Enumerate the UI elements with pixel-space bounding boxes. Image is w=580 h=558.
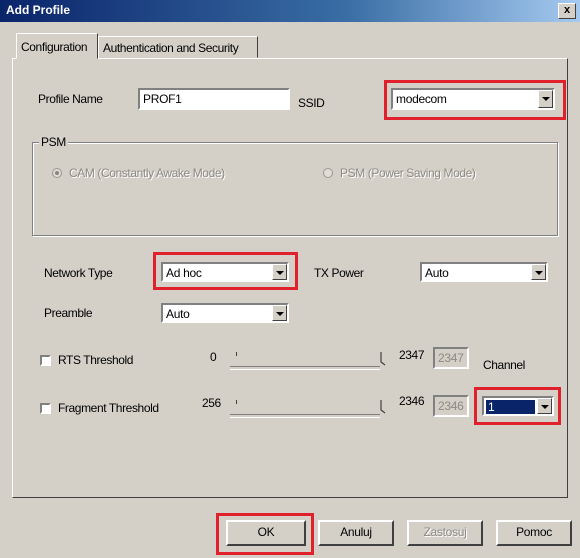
ssid-value: modecom (396, 92, 447, 106)
ssid-label: SSID (298, 96, 325, 110)
preamble-dropdown[interactable]: Auto (161, 303, 289, 323)
ssid-dropdown[interactable]: modecom (391, 88, 555, 110)
psm-psm-label: PSM (Power Saving Mode) (340, 166, 476, 180)
psm-group-label: PSM (39, 135, 68, 149)
psm-cam-radio[interactable] (52, 168, 62, 178)
rts-slider-tick (236, 352, 237, 356)
apply-button[interactable]: Zastosuj (407, 520, 483, 546)
chevron-down-icon[interactable] (272, 264, 287, 280)
fragment-threshold-label: Fragment Threshold (58, 401, 159, 415)
rts-slider-track[interactable] (230, 366, 380, 370)
network-type-label: Network Type (44, 266, 113, 280)
title-bar: Add Profile x (0, 0, 580, 22)
rts-slider-thumb[interactable] (380, 352, 386, 366)
help-button[interactable]: Pomoc (496, 520, 572, 546)
channel-value: 1 (486, 400, 535, 414)
rts-min-value: 0 (210, 350, 217, 364)
preamble-value: Auto (166, 307, 190, 321)
window-title: Add Profile (6, 3, 71, 17)
close-button[interactable]: x (558, 3, 576, 19)
tab-authentication-security[interactable]: Authentication and Security (98, 36, 258, 58)
preamble-label: Preamble (44, 306, 93, 320)
channel-label: Channel (483, 358, 525, 372)
psm-cam-label: CAM (Constantly Awake Mode) (69, 166, 225, 180)
chevron-down-icon[interactable] (537, 398, 552, 414)
rts-value-box[interactable]: 2347 (433, 347, 469, 369)
tx-power-dropdown[interactable]: Auto (420, 262, 548, 282)
fragment-threshold-checkbox[interactable] (40, 403, 51, 414)
profile-name-input[interactable] (138, 88, 290, 110)
fragment-value-box[interactable]: 2346 (433, 395, 469, 417)
network-type-value: Ad hoc (166, 266, 202, 280)
fragment-slider-tick (236, 400, 237, 404)
fragment-min-value: 256 (202, 396, 221, 410)
network-type-dropdown[interactable]: Ad hoc (161, 262, 289, 282)
ok-button[interactable]: OK (226, 520, 306, 546)
psm-psm-radio[interactable] (323, 168, 333, 178)
profile-name-label: Profile Name (38, 92, 103, 106)
cancel-button[interactable]: Anuluj (318, 520, 394, 546)
channel-dropdown[interactable]: 1 (482, 396, 554, 416)
tab-configuration[interactable]: Configuration (16, 33, 98, 59)
chevron-down-icon[interactable] (538, 90, 553, 108)
tx-power-label: TX Power (314, 266, 364, 280)
rts-threshold-checkbox[interactable] (40, 355, 51, 366)
chevron-down-icon[interactable] (272, 305, 287, 321)
rts-threshold-label: RTS Threshold (58, 353, 134, 367)
fragment-slider-track[interactable] (230, 414, 380, 418)
psm-group: PSM (32, 135, 558, 236)
fragment-max-value: 2346 (399, 394, 425, 408)
fragment-slider-thumb[interactable] (380, 400, 386, 414)
tx-power-value: Auto (425, 266, 449, 280)
chevron-down-icon[interactable] (531, 264, 546, 280)
rts-max-value: 2347 (399, 348, 425, 362)
